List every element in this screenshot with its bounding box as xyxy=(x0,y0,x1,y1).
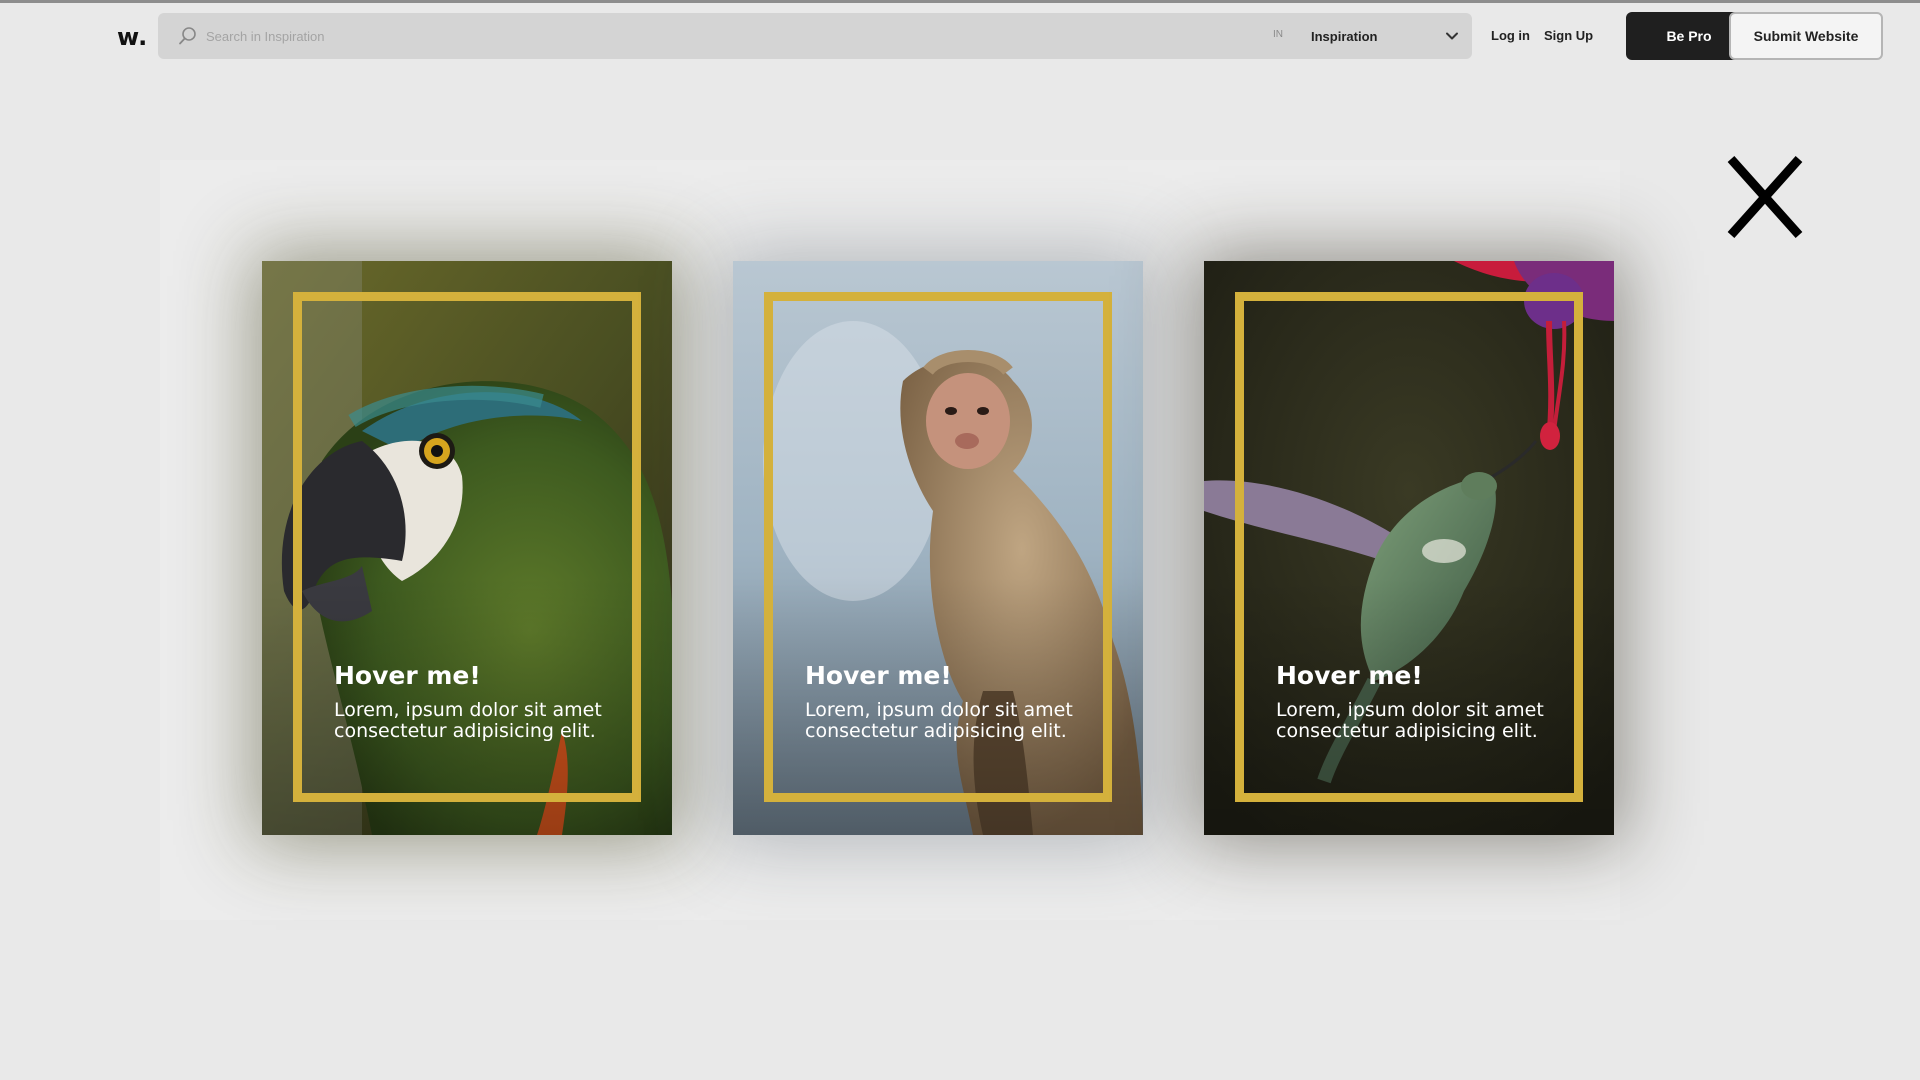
card-caption: Hover me! Lorem, ipsum dolor sit amet co… xyxy=(1276,661,1576,742)
card-title: Hover me! xyxy=(334,661,481,690)
login-link[interactable]: Log in xyxy=(1491,28,1530,43)
site-logo[interactable]: w. xyxy=(117,23,148,51)
search-bar[interactable]: IN Inspiration xyxy=(158,13,1472,59)
chevron-down-icon xyxy=(1446,32,1458,40)
submit-website-button[interactable]: Submit Website xyxy=(1729,12,1883,60)
card-monkey[interactable]: Hover me! Lorem, ipsum dolor sit amet co… xyxy=(733,261,1143,835)
card-title: Hover me! xyxy=(1276,661,1423,690)
card-body: Lorem, ipsum dolor sit amet consectetur … xyxy=(1276,699,1544,742)
card-title: Hover me! xyxy=(805,661,952,690)
card-caption: Hover me! Lorem, ipsum dolor sit amet co… xyxy=(334,661,634,742)
search-scope-value: Inspiration xyxy=(1311,28,1378,44)
card-body: Lorem, ipsum dolor sit amet consectetur … xyxy=(334,699,602,742)
search-scope-dropdown[interactable]: Inspiration xyxy=(1305,19,1465,53)
close-icon[interactable] xyxy=(1725,155,1805,239)
card-hummingbird[interactable]: Hover me! Lorem, ipsum dolor sit amet co… xyxy=(1204,261,1614,835)
card-body: Lorem, ipsum dolor sit amet consectetur … xyxy=(805,699,1073,742)
card-parrot[interactable]: Hover me! Lorem, ipsum dolor sit amet co… xyxy=(262,261,672,835)
card-caption: Hover me! Lorem, ipsum dolor sit amet co… xyxy=(805,661,1105,742)
site-header: w. IN Inspiration Log in Sign Up Be Pro … xyxy=(0,3,1920,67)
signup-link[interactable]: Sign Up xyxy=(1544,28,1593,43)
search-scope-prefix: IN xyxy=(1273,29,1283,40)
search-icon xyxy=(179,27,196,45)
search-input[interactable] xyxy=(206,23,906,49)
